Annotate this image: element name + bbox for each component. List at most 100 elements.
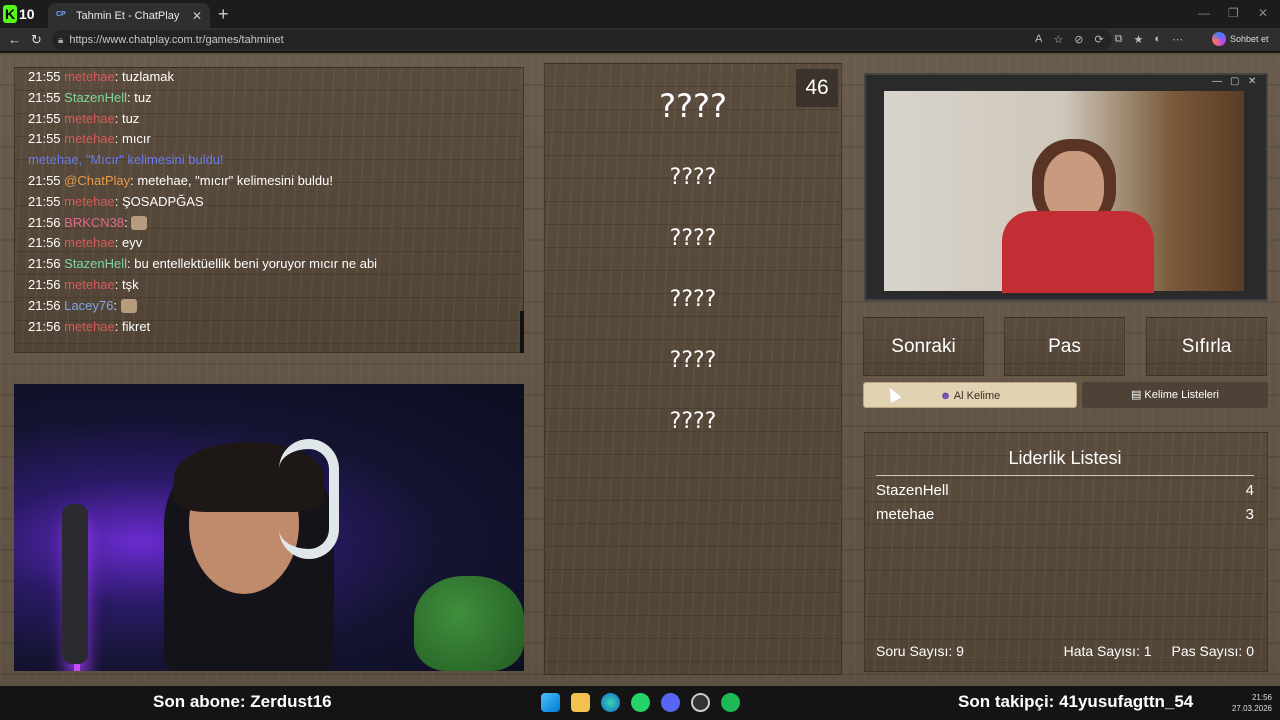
favorite-star-icon[interactable]: ☆ — [1053, 33, 1063, 46]
player-name: StazenHell — [876, 482, 949, 499]
hidden-word: ???? — [669, 409, 717, 434]
guest-minimize-icon[interactable]: — — [1212, 76, 1222, 87]
question-count: Soru Sayısı: 9 — [876, 643, 964, 659]
close-window-icon[interactable]: ✕ — [1258, 6, 1268, 20]
chat-message: 21:56 metehae: tşk — [28, 277, 139, 292]
minimize-icon[interactable]: — — [1198, 6, 1210, 20]
reset-button[interactable]: Sıfırla — [1146, 317, 1267, 376]
message-username[interactable]: metehae — [64, 131, 115, 146]
message-username[interactable]: metehae — [64, 194, 115, 209]
message-text: : tşk — [114, 277, 139, 292]
spotify-icon[interactable] — [721, 693, 740, 712]
streamer-webcam — [14, 384, 524, 671]
headphones — [279, 439, 339, 559]
hidden-word: ???? — [669, 165, 717, 190]
message-text: : — [124, 214, 132, 230]
plush-toy — [414, 576, 524, 671]
guest-window-bar: — ▢ ✕ — [866, 75, 1266, 91]
chat-message: 21:55 metehae: tuz — [28, 111, 139, 126]
next-button[interactable]: Sonraki — [863, 317, 984, 376]
leaderboard-panel: Liderlik Listesi StazenHell 4 metehae 3 … — [864, 432, 1268, 672]
windows-taskbar: Son abone: Zerdust16 Son takipçi: 41yusu… — [0, 686, 1280, 720]
last-follower-text: Son takipçi: 41yusufagttn_54 — [958, 692, 1194, 711]
message-username[interactable]: metehae — [64, 277, 115, 292]
favorites-icon[interactable]: ★ — [1134, 33, 1144, 46]
browser-tab-bar: K 10 CP Tahmin Et - ChatPlay ✕ + — ❐ ✕ — [0, 0, 1280, 28]
pass-button[interactable]: Pas — [1004, 317, 1125, 376]
windows-start-icon[interactable] — [541, 693, 560, 712]
message-text: : eyv — [114, 235, 143, 251]
message-username[interactable]: Lacey76 — [64, 298, 113, 313]
word-lists-button[interactable]: ▤ Kelime Listeleri — [1082, 382, 1268, 408]
player-score: 4 — [1245, 482, 1254, 499]
chat-scrollbar[interactable] — [520, 311, 524, 353]
message-time: 21:55 — [28, 110, 61, 126]
message-time: 21:55 — [28, 69, 61, 84]
game-stats: Soru Sayısı: 9 Hata Sayısı: 1 Pas Sayısı… — [876, 643, 1254, 659]
guest-body — [1002, 211, 1154, 293]
split-screen-icon[interactable]: ⧉ — [1115, 33, 1123, 46]
guest-close-icon[interactable]: ✕ — [1248, 76, 1256, 87]
copilot-button[interactable]: Sohbet et — [1212, 32, 1269, 46]
message-time: 21:56 — [28, 214, 61, 230]
message-text: : tuz — [114, 110, 140, 126]
clipboard-icon: ▤ — [1130, 389, 1145, 401]
message-username[interactable]: StazenHell — [64, 90, 127, 105]
leaderboard-row: metehae 3 — [876, 506, 1254, 523]
hidden-word: ???? — [669, 348, 717, 373]
player-name: metehae — [876, 506, 935, 523]
clock-date: 27.03.2026 — [1231, 704, 1272, 713]
message-username[interactable]: metehae — [64, 235, 115, 250]
site-info-icon[interactable]: 🔒︎ — [58, 35, 63, 46]
toolbar-icons: A ☆ ⊘ ⟳ ⧉ ★ ◐ ⋯ — [1035, 33, 1183, 46]
taskbar-icons — [541, 693, 740, 712]
file-explorer-icon[interactable] — [571, 693, 590, 712]
chat-message: 21:56 metehae: eyv — [28, 235, 142, 250]
system-message-text: metehae, "Mıcır" kelimesini buldu! — [28, 152, 224, 168]
extension-icon[interactable]: ⊘ — [1074, 33, 1083, 46]
chat-message: 21:55 metehae: mıcır — [28, 131, 151, 146]
tab-close-icon[interactable]: ✕ — [192, 9, 202, 23]
more-menu-icon[interactable]: ⋯ — [1172, 33, 1183, 46]
profile-avatar-icon[interactable]: ◐ — [1154, 33, 1161, 46]
chat-message: 21:55 metehae: ŞOSADPĞAS — [28, 194, 204, 209]
obs-icon[interactable] — [691, 693, 710, 712]
discord-icon[interactable] — [661, 693, 680, 712]
error-count: Hata Sayısı: 1 — [1063, 643, 1152, 659]
hidden-word: ???? — [669, 287, 717, 312]
new-tab-icon[interactable]: + — [218, 4, 229, 25]
browser-tab[interactable]: CP Tahmin Et - ChatPlay ✕ — [48, 3, 210, 28]
message-username[interactable]: metehae — [64, 111, 115, 126]
edge-browser-icon[interactable] — [601, 693, 620, 712]
chat-message: 21:56 metehae: fikret — [28, 319, 150, 334]
message-username[interactable]: BRKCN38 — [64, 215, 124, 230]
app-logo-text: 10 — [19, 6, 35, 22]
message-text: : — [113, 297, 121, 313]
chat-message: 21:55 StazenHell: tuz — [28, 90, 152, 105]
tab-title: Tahmin Et - ChatPlay — [76, 9, 180, 22]
message-text: : ŞOSADPĞAS — [114, 193, 204, 209]
sync-icon[interactable]: ⟳ — [1094, 33, 1103, 46]
guest-video — [884, 91, 1244, 293]
guest-maximize-icon[interactable]: ▢ — [1230, 76, 1239, 87]
chat-message: metehae, "Mıcır" kelimesini buldu! — [28, 152, 224, 167]
message-username[interactable]: @ChatPlay — [64, 173, 130, 188]
kick-app-logo: K 10 — [3, 3, 35, 25]
browser-toolbar: ← ↻ 🔒︎ https://www.chatplay.com.tr/games… — [0, 28, 1280, 52]
copilot-label: Sohbet et — [1230, 34, 1269, 44]
message-text: : mıcır — [114, 131, 151, 147]
maximize-icon[interactable]: ❐ — [1228, 6, 1239, 20]
message-time: 21:55 — [28, 89, 61, 105]
back-icon[interactable]: ← — [8, 32, 21, 47]
chat-emote-icon — [131, 216, 148, 231]
message-username[interactable]: StazenHell — [64, 256, 127, 271]
message-text: : tuzlamak — [114, 69, 175, 84]
message-username[interactable]: metehae — [64, 69, 115, 84]
whatsapp-icon[interactable] — [631, 693, 650, 712]
message-username[interactable]: metehae — [64, 319, 115, 334]
refresh-icon[interactable]: ↻ — [31, 32, 42, 48]
address-bar[interactable]: 🔒︎ https://www.chatplay.com.tr/games/tah… — [52, 30, 1112, 50]
chat-message: 21:55 metehae: tuzlamak — [28, 69, 174, 84]
read-aloud-icon[interactable]: A — [1035, 33, 1042, 46]
guitar — [62, 504, 88, 664]
